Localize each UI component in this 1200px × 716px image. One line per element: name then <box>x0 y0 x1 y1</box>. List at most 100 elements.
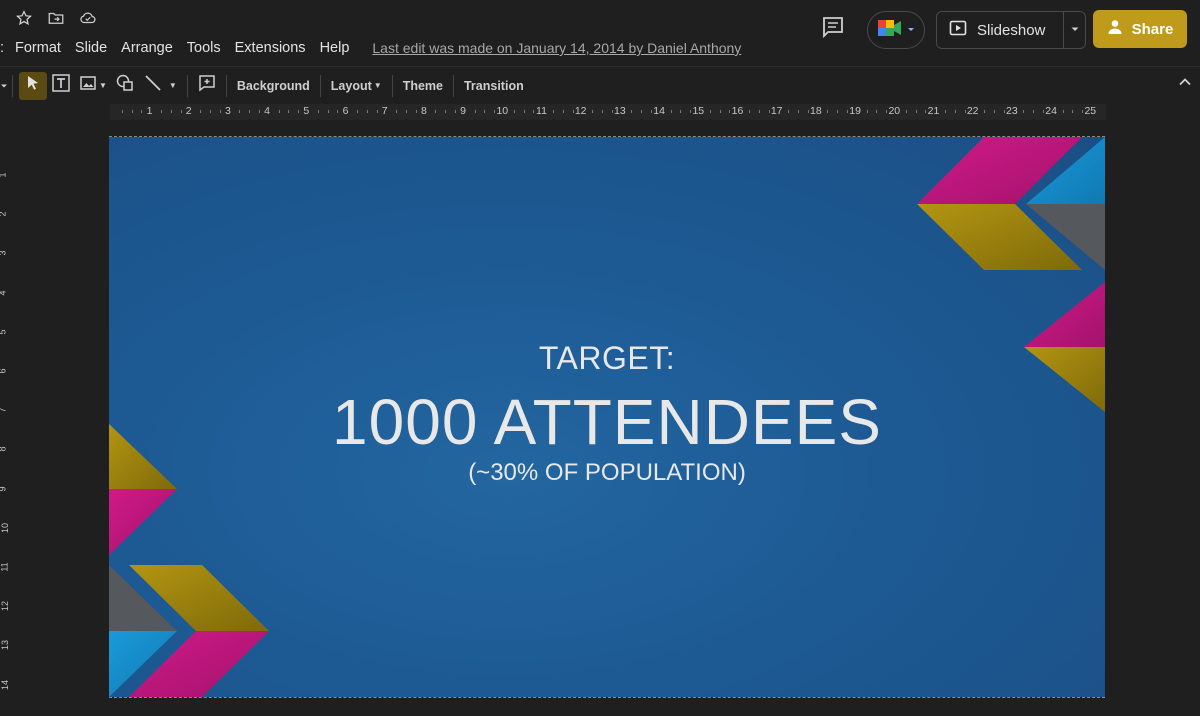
ruler-tick <box>572 110 574 113</box>
chevron-down-icon: ▼ <box>168 81 177 90</box>
ruler-tick <box>406 110 407 113</box>
add-comment-icon <box>198 74 216 97</box>
menu-help[interactable]: Help <box>313 38 357 58</box>
ruler-tick <box>131 110 133 113</box>
last-edit-link[interactable]: Last edit was made on January 14, 2014 b… <box>372 40 741 56</box>
ruler-number: 8 <box>420 105 427 117</box>
background-button[interactable]: Background <box>233 72 314 100</box>
ruler-tick <box>954 110 956 113</box>
ruler-tick <box>602 110 603 113</box>
share-button[interactable]: Share <box>1093 10 1187 48</box>
vertical-ruler[interactable]: 1234567891011121314 <box>0 122 11 712</box>
line-button[interactable]: ▼ <box>139 72 181 100</box>
ruler-tick <box>719 110 721 113</box>
slide-subtitle[interactable]: (~30% OF POPULATION) <box>109 459 1105 487</box>
ruler-number: 13 <box>614 105 626 117</box>
ruler-number: 1 <box>0 172 8 177</box>
ruler-tick <box>631 110 633 113</box>
ruler-number: 24 <box>1045 105 1057 117</box>
layout-button[interactable]: Layout ▼ <box>327 72 386 100</box>
ruler-tick <box>749 110 750 113</box>
chevron-down-icon: ▼ <box>373 81 382 90</box>
slide-title[interactable]: 1000 ATTENDEES <box>109 385 1105 459</box>
ruler-tick <box>239 110 241 113</box>
toolbar-divider <box>225 74 227 97</box>
ruler-number: 2 <box>185 105 192 117</box>
ruler-tick <box>788 110 790 113</box>
ruler-number: 12 <box>574 105 587 117</box>
menu-slide[interactable]: Slide <box>68 38 114 58</box>
image-icon <box>79 74 97 97</box>
ruler-tick <box>1082 110 1084 113</box>
ruler-number: 11 <box>536 105 547 117</box>
ruler-number: 12 <box>0 601 11 612</box>
ruler-tick <box>141 110 143 113</box>
menu-arrange[interactable]: Arrange <box>114 38 180 58</box>
meet-icon <box>876 17 904 44</box>
ruler-tick <box>121 110 123 113</box>
ruler-tick <box>807 110 809 113</box>
ruler-number: 23 <box>1006 105 1018 117</box>
ruler-tick <box>278 110 280 113</box>
move-to-folder-icon[interactable] <box>46 8 66 28</box>
shape-button[interactable] <box>111 72 139 100</box>
ruler-number: 21 <box>927 105 940 117</box>
theme-button[interactable]: Theme <box>399 72 447 100</box>
ruler-number: 8 <box>0 447 8 452</box>
select-tool-button[interactable] <box>19 71 47 100</box>
play-icon <box>949 19 967 41</box>
menu-extensions[interactable]: Extensions <box>228 38 313 58</box>
ruler-tick <box>1062 110 1064 113</box>
slide-canvas[interactable]: TARGET: 1000 ATTENDEES (~30% OF POPULATI… <box>109 137 1105 697</box>
ruler-tick <box>445 110 447 113</box>
collapse-menus-button[interactable] <box>1178 75 1192 94</box>
slideshow-options-button[interactable] <box>1064 21 1085 39</box>
ruler-tick <box>396 110 398 113</box>
ruler-tick <box>758 110 760 113</box>
share-label: Share <box>1131 20 1174 38</box>
menu-tools[interactable]: Tools <box>180 38 228 58</box>
ruler-tick <box>827 110 829 113</box>
ruler-tick <box>288 110 290 113</box>
ruler-tick <box>533 110 535 113</box>
toolbar-overflow-caret[interactable] <box>0 72 10 100</box>
menu-stub-edge: : <box>0 40 5 56</box>
horizontal-ruler[interactable]: 1 2 3 4 5 6 7 8 9 10 11 12 13 14 15 16 17 18 19 20 21 22 23 24 2… <box>110 104 1106 120</box>
comment-history-icon <box>821 15 845 44</box>
comment-history-button[interactable] <box>816 12 850 46</box>
ruler-tick <box>298 110 300 113</box>
ruler-tick <box>435 110 437 113</box>
ruler-tick <box>170 110 172 113</box>
ruler-number: 16 <box>731 105 744 117</box>
ruler-number: 13 <box>0 640 11 651</box>
slideshow-button-group: Slideshow <box>936 11 1086 49</box>
toolbar-divider <box>186 74 188 97</box>
ruler-number: 10 <box>0 522 11 533</box>
text-box-button[interactable] <box>47 72 75 100</box>
chevron-up-icon <box>1178 76 1192 93</box>
star-icon[interactable] <box>14 8 34 28</box>
ruler-number: 18 <box>810 105 822 117</box>
transition-button[interactable]: Transition <box>460 72 528 100</box>
top-bar: : Format Slide Arrange Tools Extensions … <box>0 0 1200 64</box>
insert-image-button[interactable]: ▼ <box>75 72 111 100</box>
ruler-number: 9 <box>0 486 8 491</box>
ruler-number: 2 <box>0 212 8 217</box>
ruler-number: 10 <box>496 105 509 117</box>
ruler-tick <box>327 110 329 113</box>
ruler-tick <box>964 110 966 113</box>
menu-format[interactable]: Format <box>8 38 68 58</box>
ruler-number: 20 <box>888 105 901 117</box>
slideshow-button[interactable]: Slideshow <box>937 12 1064 48</box>
ruler-tick <box>415 110 417 113</box>
ruler-tick <box>994 110 995 113</box>
ruler-tick <box>494 110 496 113</box>
ruler-tick <box>200 110 202 113</box>
ruler-tick <box>1033 110 1035 113</box>
meet-button[interactable] <box>867 11 925 49</box>
cloud-saved-icon[interactable] <box>78 8 98 28</box>
ruler-tick <box>876 110 878 113</box>
layout-label: Layout <box>330 78 372 93</box>
slide-heading[interactable]: TARGET: <box>109 340 1105 377</box>
add-comment-button[interactable] <box>194 72 220 100</box>
